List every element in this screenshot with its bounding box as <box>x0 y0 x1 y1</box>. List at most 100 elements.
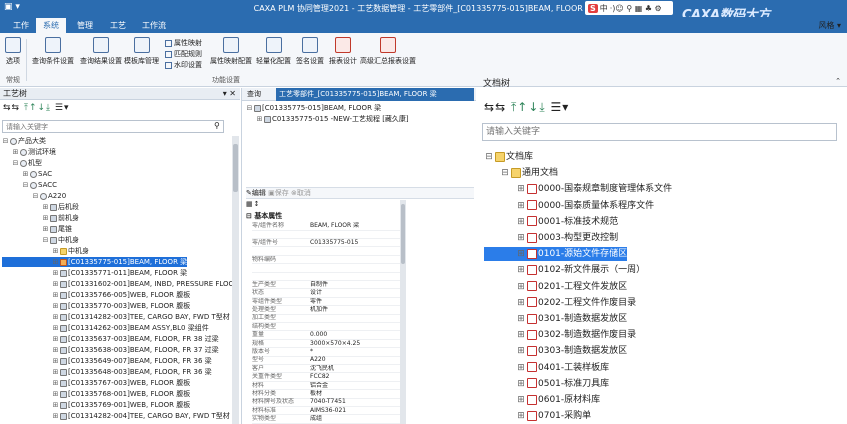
expand-toggle-icon[interactable]: ⊟ <box>12 158 19 168</box>
property-row[interactable] <box>252 272 400 281</box>
property-row[interactable]: 零/组件号 C01335775-015 <box>252 239 400 248</box>
expand-toggle-icon[interactable]: ⊞ <box>516 215 526 229</box>
menu-tab-work[interactable]: 工作 <box>6 18 36 33</box>
collapse-ribbon-icon[interactable]: ⌃ <box>835 77 841 85</box>
property-value[interactable]: 铝合金 <box>310 382 400 391</box>
property-value[interactable]: 自制件 <box>310 281 400 290</box>
document-tree-node[interactable]: ⊞ 0003-构型更改控制 <box>484 231 618 245</box>
property-value[interactable]: A220 <box>310 356 400 365</box>
style-menu[interactable]: 风格 ▾ <box>818 20 841 31</box>
process-tree-node[interactable]: ⊞ [C01335766-005]WEB, FLOOR 腹板 <box>2 290 191 300</box>
process-tree-node[interactable]: ⊞ [C01314282-004]TEE, CARGO BAY, FWD T型材 <box>2 411 230 421</box>
tree-tool-b-icon[interactable]: ⇆ <box>12 103 21 113</box>
doc-move-up-icon[interactable]: ↑ <box>517 100 528 114</box>
process-tree-node[interactable]: ⊟ 产品大类 <box>2 136 46 146</box>
process-tree-node[interactable]: ⊞ [C01331602-001]BEAM, INBD, PRESSURE FLO… <box>2 279 232 289</box>
property-row[interactable]: 处理类型 机加件 <box>252 306 400 315</box>
process-tree-node[interactable]: ⊞ [C01335637-003]BEAM, FLOOR, FR 38 过梁 <box>2 334 219 344</box>
property-value[interactable]: AIMS36-021 <box>310 407 400 416</box>
process-tree-node[interactable]: ⊞ [C01335767-003]WEB, FLOOR 腹板 <box>2 378 191 388</box>
expand-toggle-icon[interactable]: ⊞ <box>52 378 59 388</box>
doc-list-view-icon[interactable]: ☰ <box>551 100 563 114</box>
move-bottom-icon[interactable]: ⤓ <box>46 103 51 113</box>
tab-process-part[interactable]: 工艺零部件_[C01335775-015]BEAM, FLOOR 梁 <box>276 88 474 101</box>
document-tree-node[interactable]: ⊞ 0202-工程文件作废目录 <box>484 296 636 310</box>
menu-tab-system[interactable]: 系统 <box>36 18 66 33</box>
property-value[interactable]: 7040-T7451 <box>310 398 400 407</box>
process-tree-node[interactable]: ⊟ 中机身 <box>2 235 79 245</box>
process-tree-node[interactable]: ⊞ [C01335768-001]WEB, FLOOR 腹板 <box>2 389 191 399</box>
expand-toggle-icon[interactable]: ⊞ <box>516 199 526 213</box>
menu-tab-workflow[interactable]: 工作流 <box>135 18 173 33</box>
expand-toggle-icon[interactable]: ⊟ <box>32 191 39 201</box>
process-tree-node[interactable]: ⊞ 中机身 <box>2 246 89 256</box>
property-value[interactable]: 3000×570×4.25 <box>310 340 400 349</box>
property-value[interactable]: 板材 <box>310 390 400 399</box>
document-tree-node[interactable]: ⊞ 0102-新文件展示（一周） <box>484 263 645 277</box>
document-tree-node[interactable]: ⊞ 0701-采购单 <box>484 409 591 423</box>
expand-toggle-icon[interactable]: ⊞ <box>516 182 526 196</box>
tab-query[interactable]: 查询 <box>244 88 264 101</box>
expand-toggle-icon[interactable]: ⊞ <box>52 367 59 377</box>
property-row[interactable]: 零/组件名称 BEAM, FLOOR 梁 <box>252 222 400 231</box>
expand-toggle-icon[interactable]: ⊞ <box>52 323 59 333</box>
property-value[interactable]: 成组 <box>310 415 400 424</box>
expand-toggle-icon[interactable]: ⊞ <box>52 279 59 289</box>
part-tree-node[interactable]: ⊟ [C01335775-015]BEAM, FLOOR 梁 <box>246 103 382 113</box>
property-row[interactable]: 型号 A220 <box>252 356 400 365</box>
expand-toggle-icon[interactable]: ⊞ <box>52 257 59 267</box>
property-row[interactable]: 实物类型 成组 <box>252 415 400 424</box>
process-tree-node[interactable]: ⊞ 尾锥 <box>2 224 72 234</box>
property-row[interactable]: 关重件类型 FCC82 <box>252 373 400 382</box>
left-search-input[interactable] <box>2 120 224 133</box>
property-value[interactable]: 0.000 <box>310 331 400 340</box>
ime-toolbar[interactable]: S 中 ·)☺ ⚲ ▦ ♣ ⚙ <box>585 1 673 15</box>
process-tree-node[interactable]: ⊞ SAC <box>2 169 53 179</box>
expand-toggle-icon[interactable]: ⊞ <box>516 409 526 423</box>
property-row[interactable]: 材料标准 AIMS36-021 <box>252 407 400 416</box>
document-tree-node[interactable]: ⊟ 通用文档 <box>484 166 558 180</box>
property-value[interactable]: BEAM, FLOOR 梁 <box>310 222 400 231</box>
right-search-input[interactable] <box>482 123 837 141</box>
doc-move-bottom-icon[interactable]: ⤓ <box>539 100 545 114</box>
document-tree-node[interactable]: ⊞ 0000-国泰规章制度管理体系文件 <box>484 182 672 196</box>
property-row[interactable]: 状态 设计 <box>252 289 400 298</box>
process-tree-node[interactable]: ⊞ [C01314282-003]TEE, CARGO BAY, FWD T型材 <box>2 312 230 322</box>
expand-toggle-icon[interactable]: ⊞ <box>516 377 526 391</box>
expand-toggle-icon[interactable]: ⊟ <box>22 180 29 190</box>
property-row[interactable]: 物料编码 <box>252 256 400 265</box>
property-row[interactable]: 客户 沈飞民机 <box>252 365 400 374</box>
properties-scrollbar[interactable] <box>400 200 406 424</box>
category-sort-icon[interactable]: ▦ <box>246 200 254 208</box>
menu-tab-manage[interactable]: 管理 <box>70 18 100 33</box>
process-tree-node[interactable]: ⊞ [C01314262-003]BEAM ASSY,BL0 梁组件 <box>2 323 209 333</box>
document-tree-node[interactable]: ⊞ 0301-制造数据发放区 <box>484 312 627 326</box>
doc-tree-tool-a-icon[interactable]: ⇆ <box>484 100 495 114</box>
expand-toggle-icon[interactable]: ⊞ <box>52 345 59 355</box>
property-value[interactable]: FCC82 <box>310 373 400 382</box>
left-tree-scrollbar[interactable] <box>232 136 239 424</box>
expand-toggle-icon[interactable]: ⊞ <box>52 312 59 322</box>
attr-map-small-button[interactable]: 属性映射 <box>165 38 202 48</box>
report-design-button[interactable]: 报表设计 <box>329 37 357 66</box>
property-row[interactable]: 零组件类型 零件 <box>252 298 400 307</box>
process-tree-node[interactable]: ⊞ [C01335770-003]WEB, FLOOR 腹板 <box>2 301 191 311</box>
options-button[interactable]: 选项 <box>5 37 21 66</box>
expand-toggle-icon[interactable]: ⊟ <box>42 235 49 245</box>
process-tree-node[interactable]: ⊟ 机型 <box>2 158 42 168</box>
summary-report-button[interactable]: 高级汇总报表设置 <box>360 37 416 66</box>
expand-toggle-icon[interactable]: ⊞ <box>42 213 49 223</box>
expand-toggle-icon[interactable]: ⊞ <box>52 389 59 399</box>
expand-toggle-icon[interactable]: ⊞ <box>516 312 526 326</box>
query-condition-button[interactable]: 查询条件设置 <box>32 37 74 66</box>
expand-toggle-icon[interactable]: ⊞ <box>52 268 59 278</box>
doc-more-options-icon[interactable]: ▾ <box>562 100 569 114</box>
expand-toggle-icon[interactable]: ⊟ <box>484 150 494 164</box>
expand-toggle-icon[interactable]: ⊞ <box>52 301 59 311</box>
property-value[interactable]: 机加件 <box>310 306 400 315</box>
move-down-icon[interactable]: ↓ <box>38 103 47 113</box>
property-row[interactable]: 材料 铝合金 <box>252 382 400 391</box>
expand-toggle-icon[interactable]: ⊞ <box>52 290 59 300</box>
lightweight-config-button[interactable]: 轻量化配置 <box>256 37 291 66</box>
process-tree-node[interactable]: ⊞ [C01335638-003]BEAM, FLOOR, FR 37 过梁 <box>2 345 219 355</box>
